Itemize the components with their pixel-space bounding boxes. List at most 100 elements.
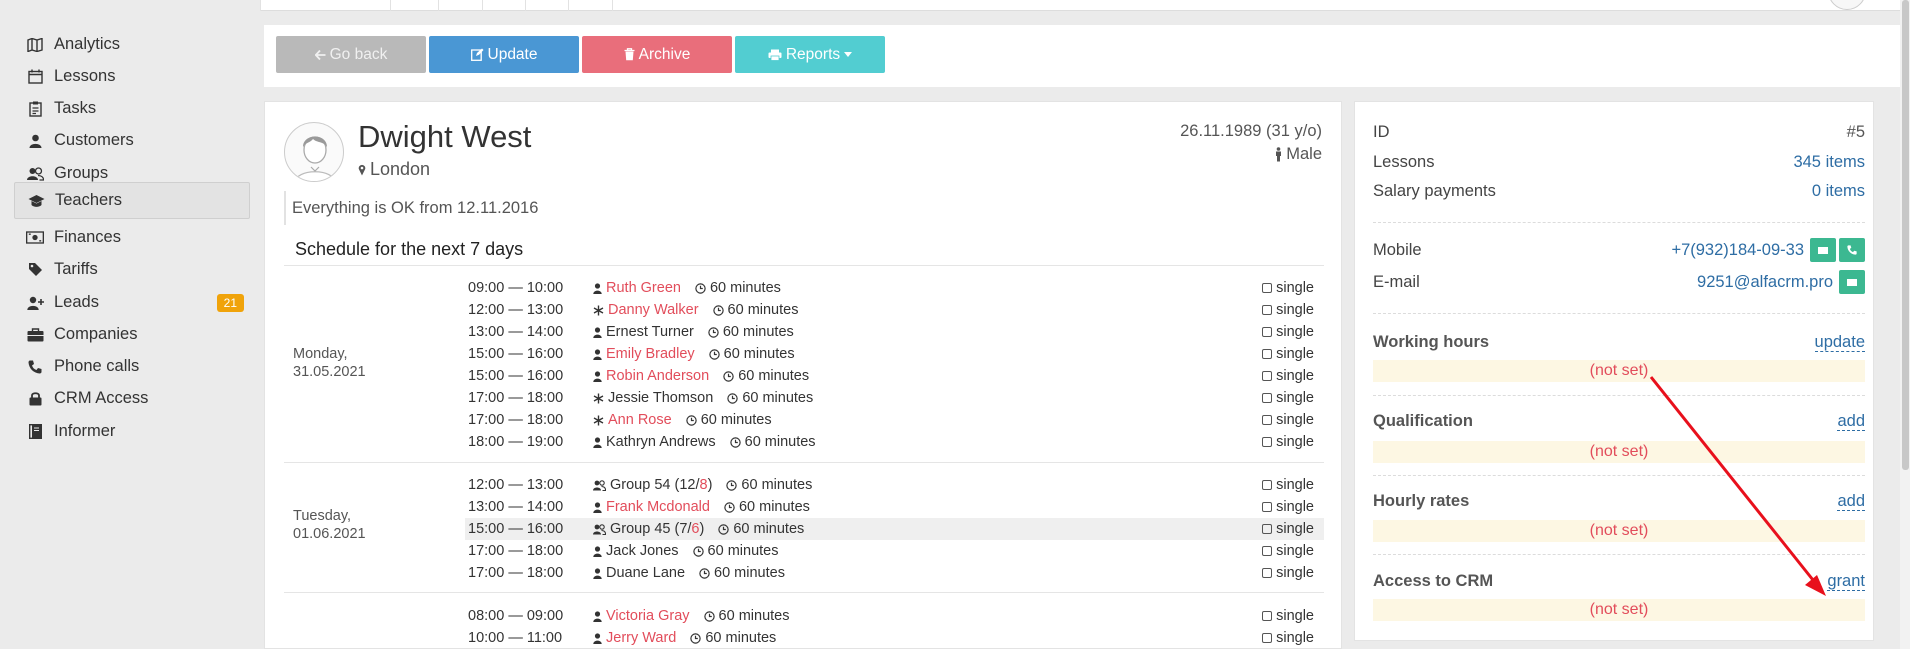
sidebar-item-teachers[interactable]: Teachers bbox=[14, 182, 250, 219]
salary-link[interactable]: 0 items bbox=[1812, 182, 1865, 201]
map-marker-icon bbox=[358, 164, 366, 175]
edit-icon bbox=[470, 48, 483, 61]
lesson-time: 17:00 — 18:00 bbox=[468, 543, 564, 559]
duration-text: 60 minutes bbox=[733, 521, 805, 537]
sidebar-item-label: CRM Access bbox=[54, 389, 149, 407]
call-button[interactable] bbox=[1839, 238, 1865, 262]
divider bbox=[1373, 554, 1865, 555]
schedule-row[interactable]: 12:00 — 13:00 Danny Walker 60 minutes singl… bbox=[465, 299, 1324, 321]
user-icon bbox=[593, 370, 602, 382]
student-name: Frank Mcdonald bbox=[606, 499, 710, 515]
archive-button[interactable]: Archive bbox=[582, 36, 732, 73]
lessons-link[interactable]: 345 items bbox=[1793, 153, 1865, 172]
lesson-participant[interactable]: Danny Walker bbox=[593, 302, 699, 318]
duration-text: 60 minutes bbox=[744, 434, 816, 450]
duration-text: 60 minutes bbox=[738, 368, 810, 384]
lesson-participant[interactable]: Jessie Thomson bbox=[593, 390, 713, 406]
student-name: Robin Anderson bbox=[606, 368, 710, 384]
sidebar-item-informer[interactable]: Informer bbox=[14, 413, 250, 450]
duration-text: 60 minutes bbox=[718, 608, 790, 624]
lesson-participant[interactable]: Jerry Ward bbox=[593, 630, 676, 646]
checkbox-icon bbox=[1262, 546, 1273, 556]
lesson-participant[interactable]: Duane Lane bbox=[593, 565, 685, 581]
message-icon bbox=[1818, 246, 1828, 254]
lesson-duration: 60 minutes bbox=[712, 302, 798, 318]
schedule-row[interactable]: 17:00 — 18:00 Ann Rose 60 minutes single bbox=[465, 409, 1324, 431]
sidebar-item-customers[interactable]: Customers bbox=[14, 122, 250, 159]
lesson-participant[interactable]: Frank Mcdonald bbox=[593, 499, 710, 515]
schedule-row[interactable]: 17:00 — 18:00 Duane Lane 60 minutes single bbox=[465, 562, 1324, 584]
clock-icon bbox=[703, 610, 715, 622]
working-hours-update-link[interactable]: update bbox=[1814, 333, 1865, 352]
user-avatar-button[interactable] bbox=[1828, 0, 1866, 10]
lesson-participant[interactable]: Kathryn Andrews bbox=[593, 434, 716, 450]
lesson-duration: 60 minutes bbox=[695, 280, 781, 296]
lesson-participant[interactable]: Victoria Gray bbox=[593, 608, 690, 624]
qualification-add-link[interactable]: add bbox=[1837, 412, 1865, 431]
schedule-row[interactable]: 15:00 — 16:00 Robin Anderson 60 minutes sin… bbox=[465, 365, 1324, 387]
crm-access-grant-link[interactable]: grant bbox=[1827, 572, 1865, 591]
schedule-row[interactable]: 18:00 — 19:00 Kathryn Andrews 60 minutes si… bbox=[465, 431, 1324, 453]
checkbox-icon bbox=[1262, 633, 1273, 643]
page-scrollbar[interactable] bbox=[1900, 0, 1910, 649]
schedule-row[interactable]: 17:00 — 18:00 Jack Jones 60 minutes single bbox=[465, 540, 1324, 562]
sidebar-item-tariffs[interactable]: Tariffs bbox=[14, 251, 250, 288]
lesson-participant[interactable]: Ann Rose bbox=[593, 412, 672, 428]
duration-text: 60 minutes bbox=[741, 477, 813, 493]
sidebar-item-label: Customers bbox=[54, 131, 134, 149]
schedule-row[interactable]: 08:00 — 09:00 Victoria Gray 60 minutes sing… bbox=[465, 605, 1324, 627]
send-sms-button[interactable] bbox=[1810, 238, 1836, 262]
lesson-type-text: single bbox=[1276, 412, 1314, 428]
hourly-rates-add-link[interactable]: add bbox=[1837, 492, 1865, 511]
duration-text: 60 minutes bbox=[723, 346, 795, 362]
top-bar-divider bbox=[438, 0, 439, 11]
top-bar-divider bbox=[525, 0, 526, 11]
lesson-participant[interactable]: Jack Jones bbox=[593, 543, 679, 559]
crm-access-value: (not set) bbox=[1373, 599, 1865, 621]
sidebar-item-label: Teachers bbox=[55, 191, 122, 209]
schedule-row[interactable]: 12:00 — 13:00 Group 54 (12/8) 60 minutes si… bbox=[465, 474, 1324, 496]
lesson-type-text: single bbox=[1276, 477, 1314, 493]
map-icon bbox=[26, 36, 44, 54]
go-back-button[interactable]: Go back bbox=[276, 36, 426, 73]
lesson-duration: 60 minutes bbox=[708, 346, 795, 362]
sidebar-item-label: Groups bbox=[54, 164, 109, 182]
duration-text: 60 minutes bbox=[705, 630, 777, 646]
update-button[interactable]: Update bbox=[429, 36, 579, 73]
teacher-details-panel: ID #5 Lessons 345 items Salary payments … bbox=[1354, 101, 1874, 641]
schedule-row[interactable]: 15:00 — 16:00 Emily Bradley 60 minutes sing… bbox=[465, 343, 1324, 365]
mobile-link[interactable]: +7(932)184-09-33 bbox=[1671, 241, 1804, 260]
schedule-row[interactable]: 13:00 — 14:00 Ernest Turner 60 minutes sing… bbox=[465, 321, 1324, 343]
sidebar-item-crm-access[interactable]: CRM Access bbox=[14, 380, 250, 417]
email-link[interactable]: 9251@alfacrm.pro bbox=[1697, 273, 1833, 292]
lesson-type-text: single bbox=[1276, 390, 1314, 406]
clock-icon bbox=[695, 282, 706, 294]
schedule-row[interactable]: 10:00 — 11:00 Jerry Ward 60 minutes single bbox=[465, 627, 1324, 648]
salary-row: Salary payments 0 items bbox=[1373, 179, 1865, 203]
lesson-type: single bbox=[1262, 412, 1314, 428]
day-name: Tuesday, bbox=[293, 508, 352, 524]
schedule-row[interactable]: 17:00 — 18:00 Jessie Thomson 60 minutes sin… bbox=[465, 387, 1324, 409]
schedule-row[interactable]: 09:00 — 10:00 Ruth Green 60 minutes single bbox=[465, 277, 1324, 299]
clock-icon bbox=[690, 632, 702, 644]
leads-count-badge: 21 bbox=[216, 293, 244, 312]
lesson-type: single bbox=[1262, 434, 1314, 450]
clock-icon bbox=[727, 392, 739, 404]
reports-dropdown-button[interactable]: Reports bbox=[735, 36, 885, 73]
lesson-participant[interactable]: Robin Anderson bbox=[593, 368, 709, 384]
lesson-participant[interactable]: Emily Bradley bbox=[593, 346, 695, 362]
lesson-duration: 60 minutes bbox=[690, 630, 776, 646]
lesson-participant[interactable]: Group 54 (12/8) bbox=[593, 477, 712, 493]
lesson-participant[interactable]: Ernest Turner bbox=[593, 324, 694, 340]
lesson-participant[interactable]: Group 45 (7/6) bbox=[593, 521, 704, 537]
scrollbar-thumb[interactable] bbox=[1902, 0, 1909, 470]
hourly-rates-title: Hourly rates bbox=[1373, 491, 1470, 510]
schedule-row[interactable]: 15:00 — 16:00 Group 45 (7/6) 60 minutes sin… bbox=[465, 518, 1324, 540]
lesson-type: single bbox=[1262, 390, 1314, 406]
user-plus-icon bbox=[26, 294, 44, 312]
lesson-type-text: single bbox=[1276, 499, 1314, 515]
send-email-button[interactable] bbox=[1839, 270, 1865, 294]
schedule-row[interactable]: 13:00 — 14:00 Frank Mcdonald 60 minutes sin… bbox=[465, 496, 1324, 518]
lesson-participant[interactable]: Ruth Green bbox=[593, 280, 681, 296]
lesson-type-text: single bbox=[1276, 368, 1314, 384]
